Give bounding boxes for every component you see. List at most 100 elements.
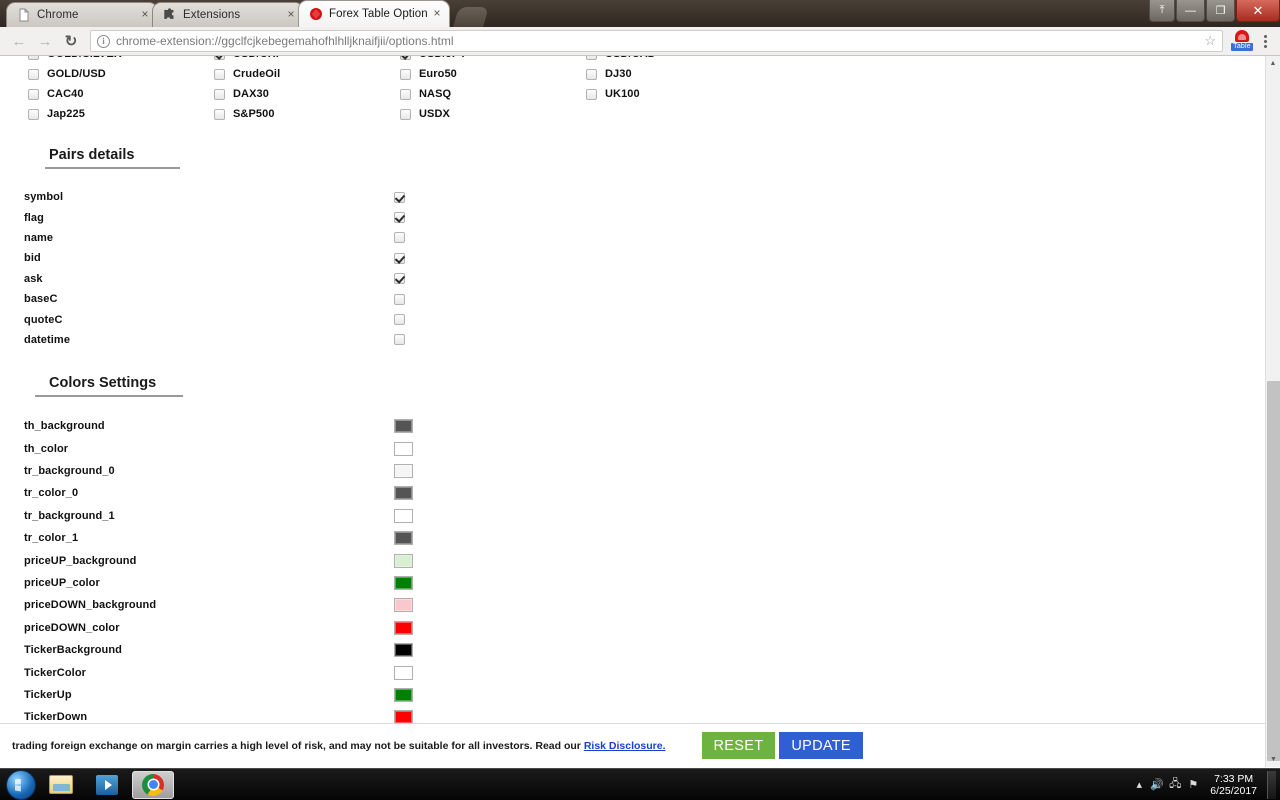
- pair-checkbox-sp500[interactable]: S&P500: [214, 108, 400, 120]
- setting-row-symbol[interactable]: symbol: [0, 187, 1265, 207]
- forward-icon[interactable]: →: [32, 28, 58, 54]
- tab-extensions[interactable]: Extensions ×: [152, 2, 304, 27]
- show-desktop-button[interactable]: [1267, 770, 1276, 799]
- tab-forex-table-options[interactable]: Forex Table Options ×: [298, 0, 450, 27]
- page-scrollbar[interactable]: ▲ ▼: [1265, 56, 1280, 767]
- pair-checkbox-euro50[interactable]: Euro50: [400, 68, 586, 80]
- color-swatch[interactable]: [394, 441, 413, 456]
- checkbox-icon[interactable]: [214, 56, 225, 60]
- reload-icon[interactable]: ↻: [58, 28, 84, 54]
- pair-checkbox-usd-chf[interactable]: USD/CHF: [214, 56, 400, 60]
- address-bar[interactable]: i chrome-extension://ggclfcjkebegemahofh…: [90, 30, 1223, 52]
- pair-checkbox-uk100[interactable]: UK100: [586, 88, 772, 100]
- setting-row-flag[interactable]: flag: [0, 207, 1265, 227]
- checkbox-icon[interactable]: [394, 212, 405, 224]
- color-row-tickerup[interactable]: TickerUp: [0, 684, 1265, 706]
- tab-chrome[interactable]: Chrome ×: [6, 2, 158, 27]
- color-row-tr-color-1[interactable]: tr_color_1: [0, 527, 1265, 549]
- back-icon[interactable]: ←: [6, 28, 32, 54]
- checkbox-icon[interactable]: [586, 56, 597, 60]
- color-row-th-background[interactable]: th_background: [0, 415, 1265, 437]
- forex-table-extension-icon[interactable]: Table: [1231, 30, 1253, 52]
- pair-checkbox-usd-cad[interactable]: USD/CAD: [586, 56, 772, 60]
- taskbar-item-chrome[interactable]: [132, 770, 174, 799]
- color-row-tr-background-0[interactable]: tr_background_0: [0, 460, 1265, 482]
- setting-row-datetime[interactable]: datetime: [0, 330, 1265, 350]
- checkbox-icon[interactable]: [400, 88, 411, 100]
- tab-close-icon[interactable]: ×: [139, 8, 151, 21]
- checkbox-icon[interactable]: [586, 88, 597, 100]
- checkbox-icon[interactable]: [28, 88, 39, 100]
- setting-row-basec[interactable]: baseC: [0, 289, 1265, 309]
- pair-checkbox-dj30[interactable]: DJ30: [586, 68, 772, 80]
- chrome-menu-icon[interactable]: [1256, 30, 1274, 52]
- color-row-priceup-background[interactable]: priceUP_background: [0, 549, 1265, 571]
- color-row-tr-color-0[interactable]: tr_color_0: [0, 482, 1265, 504]
- checkbox-icon[interactable]: [394, 252, 405, 264]
- action-center-icon[interactable]: ⚑: [1184, 778, 1202, 791]
- scroll-up-icon[interactable]: ▲: [1266, 56, 1280, 71]
- color-row-tickercolor[interactable]: TickerColor: [0, 661, 1265, 683]
- pair-checkbox-gold-silver[interactable]: GOLD/SILVER: [28, 56, 214, 60]
- checkbox-icon[interactable]: [394, 314, 405, 326]
- pair-checkbox-cac40[interactable]: CAC40: [28, 88, 214, 100]
- color-swatch[interactable]: [394, 486, 413, 501]
- close-window-button[interactable]: ✕: [1236, 0, 1280, 22]
- checkbox-icon[interactable]: [394, 191, 405, 203]
- taskbar-item-explorer[interactable]: [40, 771, 82, 799]
- scroll-down-icon[interactable]: ▼: [1266, 752, 1280, 767]
- pair-checkbox-nasq[interactable]: NASQ: [400, 88, 586, 100]
- color-swatch[interactable]: [394, 553, 413, 568]
- new-tab-button[interactable]: [453, 7, 489, 27]
- minimize-button[interactable]: —: [1176, 0, 1205, 22]
- risk-disclosure-link[interactable]: Risk Disclosure.: [584, 740, 666, 752]
- scrollbar-thumb[interactable]: [1267, 381, 1280, 761]
- pair-checkbox-crudeoil[interactable]: CrudeOil: [214, 68, 400, 80]
- checkbox-icon[interactable]: [214, 68, 225, 80]
- color-row-pricedown-color[interactable]: priceDOWN_color: [0, 617, 1265, 639]
- checkbox-icon[interactable]: [400, 68, 411, 80]
- color-swatch[interactable]: [394, 531, 413, 546]
- color-swatch[interactable]: [394, 464, 413, 479]
- checkbox-icon[interactable]: [586, 68, 597, 80]
- reset-button[interactable]: RESET: [701, 732, 776, 759]
- network-icon[interactable]: 🖧: [1166, 775, 1184, 794]
- color-row-tickerbackground[interactable]: TickerBackground: [0, 639, 1265, 661]
- color-swatch[interactable]: [394, 643, 413, 658]
- pair-checkbox-usdx[interactable]: USDX: [400, 108, 586, 120]
- checkbox-icon[interactable]: [394, 293, 405, 305]
- checkbox-icon[interactable]: [394, 334, 405, 346]
- color-swatch[interactable]: [394, 665, 413, 680]
- show-hidden-icons-icon[interactable]: ▴: [1130, 778, 1148, 791]
- color-swatch[interactable]: [394, 598, 413, 613]
- color-swatch[interactable]: [394, 688, 413, 702]
- checkbox-icon[interactable]: [28, 56, 39, 60]
- volume-icon[interactable]: 🔊: [1148, 778, 1166, 791]
- checkbox-icon[interactable]: [400, 108, 411, 120]
- color-swatch[interactable]: [394, 508, 413, 523]
- checkbox-icon[interactable]: [394, 232, 405, 244]
- tab-close-icon[interactable]: ×: [285, 8, 297, 21]
- pair-checkbox-usd-jpy[interactable]: USD/JPY: [400, 56, 586, 60]
- color-row-pricedown-background[interactable]: priceDOWN_background: [0, 594, 1265, 616]
- taskbar-item-media-player[interactable]: [86, 771, 128, 799]
- setting-row-ask[interactable]: ask: [0, 269, 1265, 289]
- bookmark-star-icon[interactable]: ☆: [1198, 33, 1216, 49]
- checkbox-icon[interactable]: [214, 88, 225, 100]
- site-info-icon[interactable]: i: [97, 34, 110, 48]
- color-swatch[interactable]: [394, 576, 413, 591]
- checkbox-icon[interactable]: [214, 108, 225, 120]
- color-row-priceup-color[interactable]: priceUP_color: [0, 572, 1265, 594]
- update-button[interactable]: UPDATE: [779, 732, 863, 759]
- setting-row-quotec[interactable]: quoteC: [0, 309, 1265, 329]
- checkbox-icon[interactable]: [400, 56, 411, 60]
- setting-row-name[interactable]: name: [0, 228, 1265, 248]
- color-row-tr-background-1[interactable]: tr_background_1: [0, 505, 1265, 527]
- pair-checkbox-jap225[interactable]: Jap225: [28, 108, 214, 120]
- checkbox-icon[interactable]: [28, 68, 39, 80]
- color-swatch[interactable]: [394, 419, 413, 434]
- pin-window-button[interactable]: ⤒: [1149, 0, 1175, 22]
- color-swatch[interactable]: [394, 620, 413, 635]
- clock[interactable]: 7:33 PM 6/25/2017: [1202, 773, 1265, 797]
- tab-close-icon[interactable]: ×: [431, 7, 443, 20]
